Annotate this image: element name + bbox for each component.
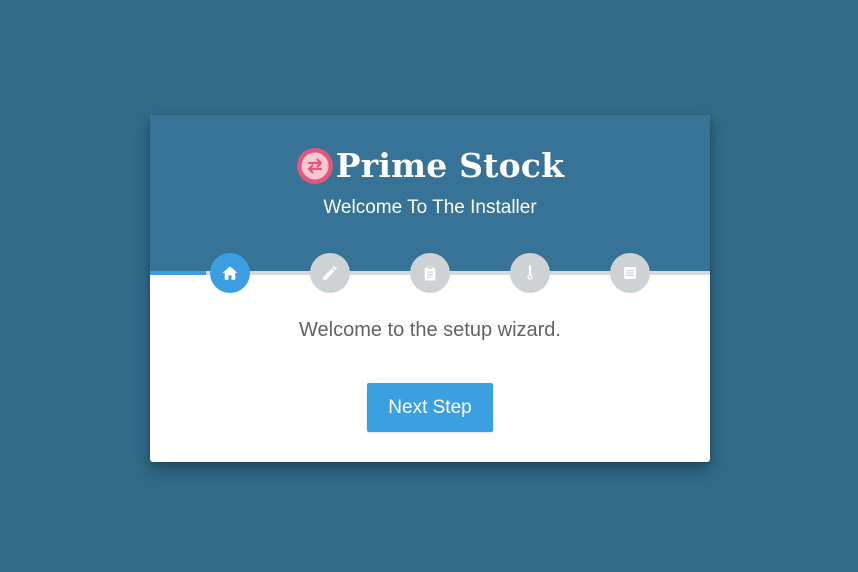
home-icon bbox=[222, 266, 238, 280]
exchange-arrows-icon bbox=[296, 148, 333, 184]
installer-card: Prime Stock Welcome To The Installer Wel… bbox=[150, 115, 710, 462]
step-pencil[interactable] bbox=[310, 253, 350, 293]
pencil-icon bbox=[323, 266, 337, 280]
thermometer-icon bbox=[527, 265, 533, 280]
step-home[interactable] bbox=[210, 253, 250, 293]
wizard-progress-fill bbox=[150, 271, 206, 275]
document-list-icon bbox=[624, 267, 636, 279]
welcome-message: Welcome to the setup wizard. bbox=[299, 319, 561, 341]
brand: Prime Stock bbox=[150, 146, 710, 186]
installer-header: Prime Stock Welcome To The Installer bbox=[150, 115, 710, 273]
next-step-button[interactable]: Next Step bbox=[367, 383, 493, 432]
clipboard-icon bbox=[424, 266, 436, 281]
installer-subtitle: Welcome To The Installer bbox=[323, 197, 537, 218]
step-document-list[interactable] bbox=[610, 253, 650, 293]
step-thermometer[interactable] bbox=[510, 253, 550, 293]
brand-name: Prime Stock bbox=[335, 146, 565, 185]
step-clipboard[interactable] bbox=[410, 253, 450, 293]
